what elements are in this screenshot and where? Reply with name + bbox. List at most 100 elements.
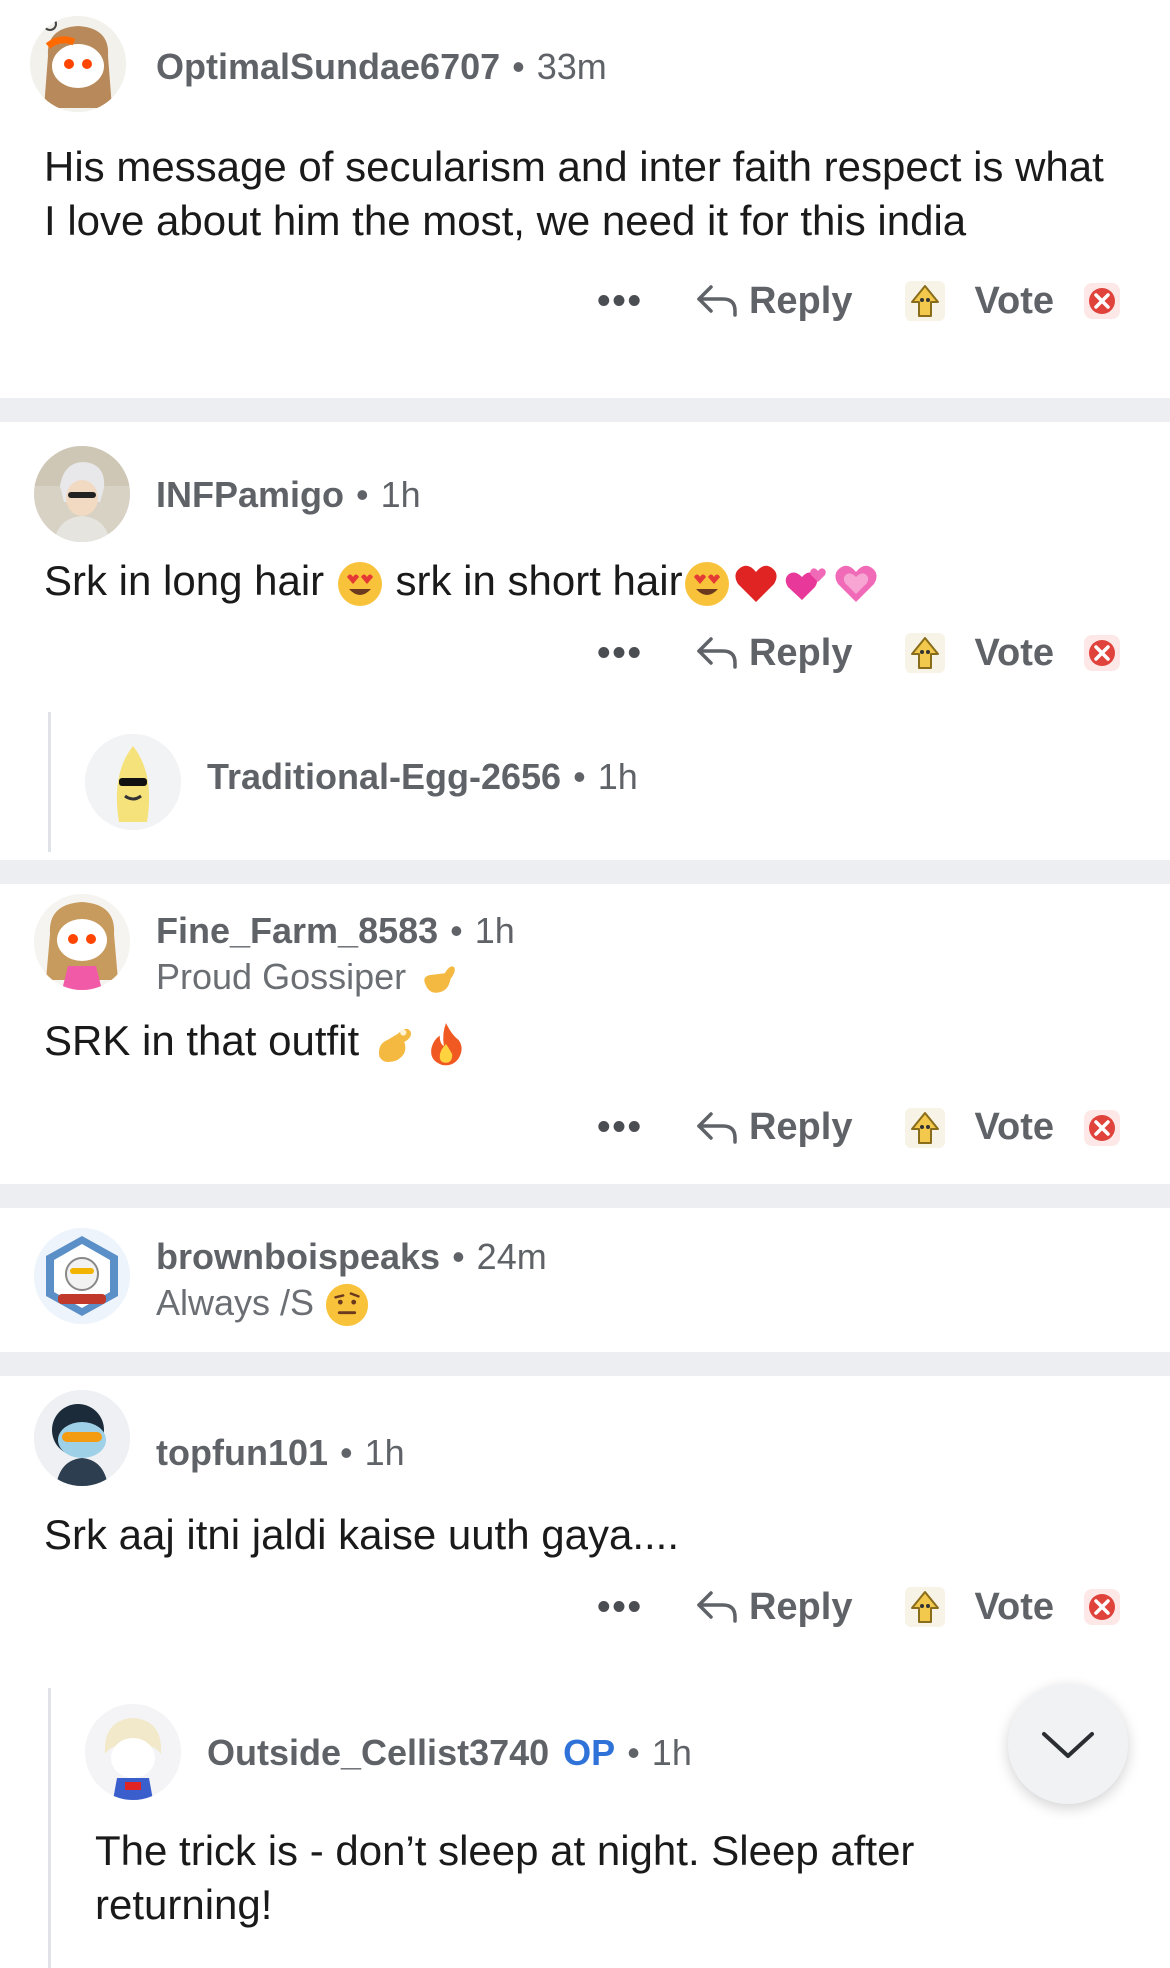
vote-control: Vote <box>902 278 1122 324</box>
comment-infpamigo: INFPamigo • 1h Srk in long hair srk in sho… <box>0 422 1170 860</box>
more-options-button[interactable]: ••• <box>597 280 643 323</box>
username[interactable]: Fine_Farm_8583 <box>156 910 438 951</box>
comment-body: SRK in that outfit <box>0 1004 1170 1069</box>
vote-control: Vote <box>902 1584 1122 1630</box>
meta-separator: • <box>450 910 463 951</box>
comment-meta: Outside_Cellist3740 OP • 1h <box>207 1732 692 1774</box>
reply-icon <box>693 1587 739 1627</box>
comment-separator <box>0 398 1170 422</box>
two-hearts-icon <box>781 560 831 608</box>
meta-separator: • <box>573 756 586 797</box>
op-badge: OP <box>563 1732 616 1773</box>
call-me-hand-icon <box>416 956 462 1002</box>
user-avatar[interactable] <box>85 734 181 830</box>
comment-separator <box>0 1352 1170 1376</box>
heart-eyes-emoji-icon <box>683 560 731 608</box>
username[interactable]: INFPamigo <box>156 474 344 515</box>
vote-control: Vote <box>902 1105 1122 1151</box>
user-flair: Always /S <box>156 1282 370 1328</box>
reply-icon <box>693 281 739 321</box>
downvote-icon[interactable] <box>1082 633 1122 673</box>
timestamp: 33m <box>536 46 607 87</box>
raised-eyebrow-face-icon <box>324 1282 370 1328</box>
comment-optimalsundae: OptimalSundae6707 • 33m His message of sec… <box>0 0 1170 398</box>
comment-body: The trick is - don’t sleep at night. Sle… <box>95 1827 915 1928</box>
user-avatar[interactable] <box>85 1704 181 1800</box>
downvote-icon[interactable] <box>1082 1108 1122 1148</box>
timestamp: 1h <box>380 474 421 515</box>
comment-meta: brownboispeaks • 24m <box>156 1236 547 1278</box>
timestamp: 1h <box>364 1432 405 1473</box>
user-avatar[interactable] <box>34 1390 130 1486</box>
nested-reply-traditional-egg[interactable]: Traditional-Egg-2656 • 1h <box>48 712 1170 852</box>
reply-button[interactable]: Reply <box>693 632 852 675</box>
downvote-icon[interactable] <box>1082 281 1122 321</box>
comment-actions: ••• Reply Vote <box>0 1083 1170 1173</box>
comment-brownboispeaks[interactable]: brownboispeaks • 24m Always /S <box>0 1208 1170 1352</box>
red-heart-icon <box>731 560 781 608</box>
user-avatar[interactable] <box>34 446 130 542</box>
comment-actions: ••• Reply Vote <box>0 256 1170 346</box>
nested-reply-outside-cellist: Outside_Cellist3740 OP • 1h The trick is - … <box>48 1688 1170 1968</box>
comment-separator <box>0 860 1170 884</box>
heart-eyes-emoji-icon <box>336 560 384 608</box>
more-options-button[interactable]: ••• <box>597 632 643 675</box>
scroll-to-next-button[interactable] <box>1008 1684 1128 1804</box>
user-avatar[interactable] <box>34 1228 130 1324</box>
meta-separator: • <box>512 46 525 87</box>
downvote-icon[interactable] <box>1082 1587 1122 1627</box>
user-flair: Proud Gossiper <box>156 956 462 1002</box>
meta-separator: • <box>452 1236 465 1277</box>
upvote-icon[interactable] <box>902 1584 948 1630</box>
comment-body: Srk aaj itni jaldi kaise uuth gaya.... <box>44 1511 680 1558</box>
upvote-icon[interactable] <box>902 1105 948 1151</box>
comment-text-part: Srk in long hair <box>44 557 336 604</box>
timestamp: 1h <box>651 1732 692 1773</box>
vote-label: Vote <box>974 1106 1054 1149</box>
username[interactable]: Traditional-Egg-2656 <box>207 756 561 797</box>
user-avatar[interactable] <box>30 16 126 112</box>
username[interactable]: brownboispeaks <box>156 1236 440 1277</box>
username[interactable]: topfun101 <box>156 1432 328 1473</box>
more-options-button[interactable]: ••• <box>597 1586 643 1629</box>
comment-text-part: srk in short hair <box>383 557 683 604</box>
upvote-icon[interactable] <box>902 630 948 676</box>
comment-text: SRK in that outfit <box>44 1017 360 1064</box>
reply-label: Reply <box>748 279 853 322</box>
comment-body: His message of secularism and inter fait… <box>44 143 1104 244</box>
comment-body: Srk in long hair srk in short hair <box>0 532 1170 608</box>
upvote-icon[interactable] <box>902 278 948 324</box>
reply-label: Reply <box>748 631 853 674</box>
sparkling-heart-icon <box>831 560 881 608</box>
comment-fine-farm: Fine_Farm_8583 • 1h Proud Gossiper SRK in … <box>0 884 1170 1184</box>
reply-button[interactable]: Reply <box>693 1586 852 1629</box>
username[interactable]: Outside_Cellist3740 <box>207 1732 549 1773</box>
comment-separator <box>0 1184 1170 1208</box>
meta-separator: • <box>356 474 369 515</box>
reply-button[interactable]: Reply <box>693 280 852 323</box>
vote-label: Vote <box>974 1585 1054 1628</box>
meta-separator: • <box>627 1732 640 1773</box>
vote-label: Vote <box>974 631 1054 674</box>
reply-icon <box>693 1108 739 1148</box>
flair-text: Proud Gossiper <box>156 956 407 997</box>
meta-separator: • <box>340 1432 353 1473</box>
comment-meta: OptimalSundae6707 • 33m <box>156 46 607 88</box>
timestamp: 1h <box>597 756 638 797</box>
user-avatar[interactable] <box>34 894 130 990</box>
comment-topfun101: topfun101 • 1h Srk aaj itni jaldi kaise uu… <box>0 1376 1170 1968</box>
reply-label: Reply <box>748 1585 853 1628</box>
pinching-hand-icon <box>371 1019 421 1069</box>
comment-meta: Fine_Farm_8583 • 1h <box>156 910 515 952</box>
comment-meta: INFPamigo • 1h <box>156 474 421 516</box>
chevron-down-icon <box>1042 1732 1094 1758</box>
comment-meta: Traditional-Egg-2656 • 1h <box>207 756 638 798</box>
timestamp: 24m <box>476 1236 547 1277</box>
comment-actions: ••• Reply Vote <box>0 1562 1170 1652</box>
more-options-button[interactable]: ••• <box>597 1106 643 1149</box>
fire-icon <box>421 1019 471 1069</box>
username[interactable]: OptimalSundae6707 <box>156 46 500 87</box>
reply-button[interactable]: Reply <box>693 1106 852 1149</box>
comment-actions: ••• Reply Vote <box>0 608 1170 698</box>
reply-label: Reply <box>748 1106 853 1149</box>
